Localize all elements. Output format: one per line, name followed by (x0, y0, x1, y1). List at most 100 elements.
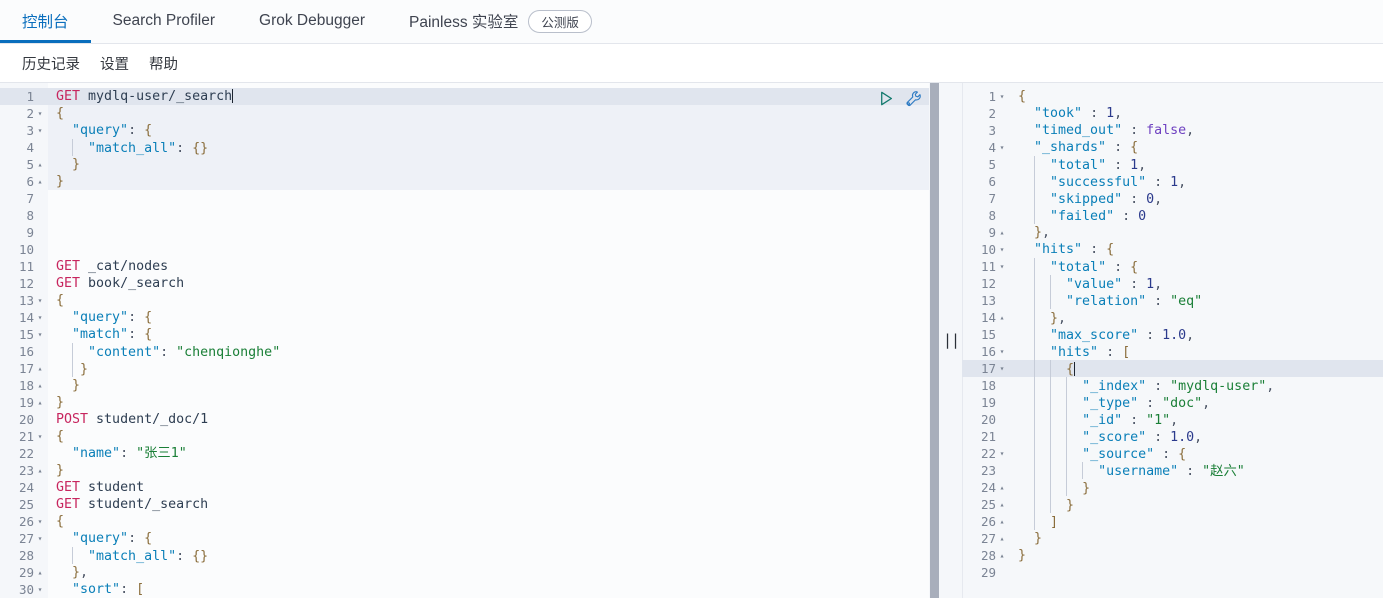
line-number[interactable]: 26 ▾ (0, 513, 48, 530)
line-number[interactable]: 11 ▾ (962, 258, 1010, 275)
code-line[interactable]: { (48, 428, 940, 445)
code-line[interactable]: } (1010, 530, 1383, 547)
code-line[interactable] (48, 241, 940, 258)
code-line[interactable]: { (1010, 88, 1383, 105)
code-line[interactable]: "max_score" : 1.0, (1010, 326, 1383, 343)
code-line[interactable]: } (48, 377, 940, 394)
code-line[interactable]: "_shards" : { (1010, 139, 1383, 156)
fold-open-icon[interactable]: ▾ (997, 360, 1007, 377)
code-line[interactable]: } (48, 156, 940, 173)
request-editor-scrollbar-thumb[interactable] (930, 83, 939, 598)
fold-close-icon[interactable]: ▴ (997, 309, 1007, 326)
line-number[interactable]: 7 (962, 190, 1010, 207)
line-number[interactable]: 23 ▴ (0, 462, 48, 479)
code-line[interactable]: } (48, 360, 940, 377)
line-number[interactable]: 4 ▾ (962, 139, 1010, 156)
fold-open-icon[interactable]: ▾ (35, 292, 45, 309)
line-number[interactable]: 20 (0, 411, 48, 428)
code-line[interactable]: } (48, 462, 940, 479)
line-number[interactable]: 24 ▴ (962, 479, 1010, 496)
fold-close-icon[interactable]: ▴ (35, 394, 45, 411)
line-number[interactable]: 7 (0, 190, 48, 207)
code-line[interactable]: "_source" : { (1010, 445, 1383, 462)
line-number[interactable]: 14 ▴ (962, 309, 1010, 326)
line-number[interactable]: 17 ▴ (0, 360, 48, 377)
fold-open-icon[interactable]: ▾ (997, 343, 1007, 360)
fold-open-icon[interactable]: ▾ (35, 122, 45, 139)
line-number[interactable]: 23 (962, 462, 1010, 479)
line-number[interactable]: 24 (0, 479, 48, 496)
line-number[interactable]: 6 ▴ (0, 173, 48, 190)
code-line[interactable]: GET book/_search (48, 275, 940, 292)
code-line[interactable]: "query": { (48, 309, 940, 326)
tab-grok-debugger[interactable]: Grok Debugger (237, 0, 387, 43)
code-line[interactable]: "hits" : { (1010, 241, 1383, 258)
code-line[interactable]: "_score" : 1.0, (1010, 428, 1383, 445)
code-line[interactable]: "value" : 1, (1010, 275, 1383, 292)
code-line[interactable]: "timed_out" : false, (1010, 122, 1383, 139)
code-line[interactable]: "sort": [ (48, 581, 940, 598)
code-line[interactable]: "total" : 1, (1010, 156, 1383, 173)
line-number[interactable]: 21 (962, 428, 1010, 445)
line-number[interactable]: 13 ▾ (0, 292, 48, 309)
fold-close-icon[interactable]: ▴ (997, 547, 1007, 564)
line-number[interactable]: 8 (0, 207, 48, 224)
code-line[interactable]: GET student/_search (48, 496, 940, 513)
line-number[interactable]: 8 (962, 207, 1010, 224)
fold-close-icon[interactable]: ▴ (997, 496, 1007, 513)
line-number[interactable]: 19 (962, 394, 1010, 411)
code-line[interactable]: { (48, 105, 940, 122)
response-code[interactable]: { "took" : 1, "timed_out" : false, "_sha… (1010, 83, 1383, 598)
line-number[interactable]: 30 ▾ (0, 581, 48, 598)
submenu-item-history[interactable]: 历史记录 (12, 53, 90, 74)
line-number[interactable]: 18 ▴ (0, 377, 48, 394)
fold-close-icon[interactable]: ▴ (997, 513, 1007, 530)
code-line[interactable]: "match_all": {} (48, 139, 940, 156)
code-line[interactable]: } (1010, 479, 1383, 496)
code-line[interactable]: "_index" : "mydlq-user", (1010, 377, 1383, 394)
line-number[interactable]: 1 ▾ (962, 88, 1010, 105)
line-number[interactable]: 12 (962, 275, 1010, 292)
line-number[interactable]: 5 ▴ (0, 156, 48, 173)
code-line[interactable]: "failed" : 0 (1010, 207, 1383, 224)
fold-close-icon[interactable]: ▴ (35, 156, 45, 173)
fold-close-icon[interactable]: ▴ (997, 479, 1007, 496)
line-number[interactable]: 6 (962, 173, 1010, 190)
request-editor-pane[interactable]: 1 2 ▾ 3 ▾ 4 5 ▴ 6 ▴ 7 8 9 10 11 12 13 ▾ 14 ▾ 15 ▾ 16 17 ▴ 18 ▴ 19 ▴ 2… (0, 83, 940, 598)
line-number[interactable]: 14 ▾ (0, 309, 48, 326)
fold-open-icon[interactable]: ▾ (35, 513, 45, 530)
line-number[interactable]: 18 (962, 377, 1010, 394)
code-line[interactable] (1010, 564, 1383, 581)
submenu-item-settings[interactable]: 设置 (90, 53, 139, 74)
line-number[interactable]: 15 ▾ (0, 326, 48, 343)
code-line[interactable]: "successful" : 1, (1010, 173, 1383, 190)
line-number[interactable]: 11 (0, 258, 48, 275)
line-number[interactable]: 22 ▾ (962, 445, 1010, 462)
fold-open-icon[interactable]: ▾ (997, 88, 1007, 105)
fold-open-icon[interactable]: ▾ (997, 241, 1007, 258)
code-line[interactable]: "match_all": {} (48, 547, 940, 564)
line-number[interactable]: 27 ▾ (0, 530, 48, 547)
request-editor-scrollbar[interactable] (929, 83, 940, 598)
line-number[interactable]: 10 (0, 241, 48, 258)
line-number[interactable]: 2 ▾ (0, 105, 48, 122)
line-number[interactable]: 12 (0, 275, 48, 292)
line-number[interactable]: 27 ▴ (962, 530, 1010, 547)
code-line[interactable]: }, (1010, 309, 1383, 326)
line-number[interactable]: 29 (962, 564, 1010, 581)
code-line[interactable] (48, 224, 940, 241)
line-number[interactable]: 3 ▾ (0, 122, 48, 139)
fold-open-icon[interactable]: ▾ (997, 258, 1007, 275)
request-editor-code[interactable]: GET mydlq-user/_search{ "query": { "matc… (48, 83, 940, 598)
line-number[interactable]: 13 (962, 292, 1010, 309)
fold-open-icon[interactable]: ▾ (997, 139, 1007, 156)
code-line[interactable]: { (48, 292, 940, 309)
fold-open-icon[interactable]: ▾ (35, 428, 45, 445)
request-editor-gutter[interactable]: 1 2 ▾ 3 ▾ 4 5 ▴ 6 ▴ 7 8 9 10 11 12 13 ▾ 14 ▾ 15 ▾ 16 17 ▴ 18 ▴ 19 ▴ 2… (0, 83, 48, 598)
tab-painless-lab[interactable]: Painless 实验室 (387, 0, 526, 43)
fold-close-icon[interactable]: ▴ (35, 377, 45, 394)
code-line[interactable]: POST student/_doc/1 (48, 411, 940, 428)
code-line[interactable]: } (48, 173, 940, 190)
fold-close-icon[interactable]: ▴ (997, 224, 1007, 241)
code-line[interactable]: "relation" : "eq" (1010, 292, 1383, 309)
